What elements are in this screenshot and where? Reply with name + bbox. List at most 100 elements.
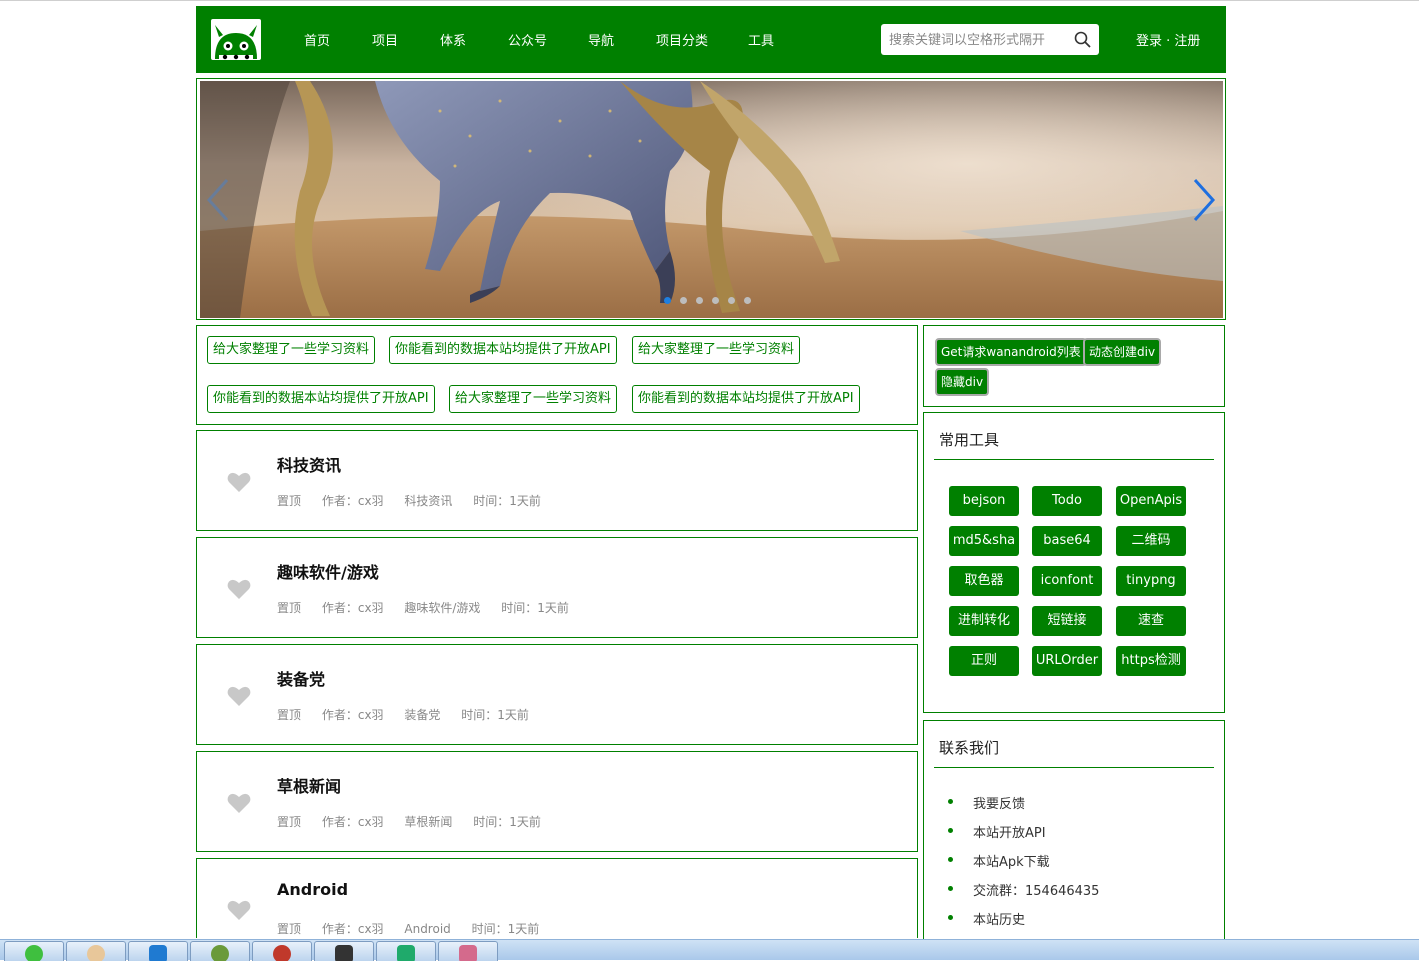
pin-label: 置顶 (277, 494, 302, 508)
article-title[interactable]: 趣味软件/游戏 (277, 559, 379, 583)
contact-item-history[interactable]: 本站历史 (948, 909, 1099, 938)
tool-button[interactable]: https检测 (1116, 646, 1186, 676)
taskbar-wechat[interactable] (4, 941, 64, 961)
carousel-next-arrow-icon[interactable] (1189, 177, 1217, 223)
nav-wechat-accounts[interactable]: 公众号 (508, 30, 588, 49)
time-label: 时间：1天前 (501, 601, 569, 615)
notice-tag[interactable]: 你能看到的数据本站均提供了开放API (389, 336, 617, 364)
tools-title: 常用工具 (939, 431, 1000, 449)
nav-navigation[interactable]: 导航 (588, 30, 656, 49)
category-label[interactable]: 趣味软件/游戏 (404, 601, 480, 615)
notice-tag[interactable]: 你能看到的数据本站均提供了开放API (632, 385, 860, 413)
taskbar-pycharm[interactable] (376, 941, 436, 961)
tool-button[interactable]: tinypng (1116, 566, 1186, 596)
demo-actions-panel: Get请求wanandroid列表 动态创建div 隐藏div (923, 325, 1225, 407)
article-title[interactable]: 草根新闻 (277, 773, 341, 797)
taskbar-browser[interactable] (252, 941, 312, 961)
article-card: 装备党 置顶 作者：cx羽 装备党 时间：1天前 (196, 644, 918, 745)
search-input[interactable] (887, 29, 1067, 51)
article-title[interactable]: 科技资讯 (277, 452, 341, 476)
contact-item-apk-download[interactable]: 本站Apk下载 (948, 851, 1099, 880)
hide-div-button[interactable]: 隐藏div (935, 368, 990, 396)
nav-system[interactable]: 体系 (440, 30, 508, 49)
get-list-button[interactable]: Get请求wanandroid列表 (935, 338, 1087, 366)
tool-button[interactable]: 取色器 (949, 566, 1019, 596)
nav-home[interactable]: 首页 (304, 30, 372, 49)
heart-icon[interactable] (227, 792, 251, 814)
taskbar-terminal[interactable] (314, 941, 374, 961)
category-label[interactable]: 装备党 (404, 708, 440, 722)
pin-label: 置顶 (277, 708, 302, 722)
article-meta: 置顶 作者：cx羽 科技资讯 时间：1天前 (277, 492, 558, 509)
carousel-dot[interactable] (696, 297, 703, 304)
tool-button[interactable]: bejson (949, 486, 1019, 516)
tools-divider (934, 459, 1214, 460)
article-card: 草根新闻 置顶 作者：cx羽 草根新闻 时间：1天前 (196, 751, 918, 852)
contact-title: 联系我们 (939, 739, 1000, 757)
notice-tag[interactable]: 给大家整理了一些学习资料 (207, 336, 376, 364)
carousel-dot[interactable] (728, 297, 735, 304)
tool-button[interactable]: base64 (1032, 526, 1102, 556)
category-label[interactable]: 科技资讯 (404, 494, 452, 508)
os-taskbar (0, 939, 1419, 961)
contact-divider (934, 767, 1214, 768)
author-label: 作者：cx羽 (321, 815, 384, 829)
tool-button[interactable]: 二维码 (1116, 526, 1186, 556)
article-meta: 置顶 作者：cx羽 装备党 时间：1天前 (277, 706, 546, 723)
search-icon[interactable] (1074, 31, 1091, 48)
nav-project-categories[interactable]: 项目分类 (656, 30, 748, 49)
tool-button[interactable]: 进制转化 (949, 606, 1019, 636)
category-label[interactable]: 草根新闻 (404, 815, 452, 829)
taskbar-game[interactable] (66, 941, 126, 961)
carousel-dot[interactable] (680, 297, 687, 304)
taskbar-vscode[interactable] (128, 941, 188, 961)
notice-tag[interactable]: 给大家整理了一些学习资料 (449, 385, 618, 413)
author-label: 作者：cx羽 (321, 601, 384, 615)
tool-button[interactable]: Todo (1032, 486, 1102, 516)
carousel-dot[interactable] (744, 297, 751, 304)
article-meta: 置顶 作者：cx羽 草根新闻 时间：1天前 (277, 813, 558, 830)
tool-button[interactable]: 速查 (1116, 606, 1186, 636)
tool-button[interactable]: 短链接 (1032, 606, 1102, 636)
carousel-indicators (664, 297, 760, 304)
login-register-link[interactable]: 登录 · 注册 (1136, 30, 1200, 49)
heart-icon[interactable] (227, 899, 251, 921)
notice-tags-panel: 给大家整理了一些学习资料 你能看到的数据本站均提供了开放API 给大家整理了一些… (196, 325, 918, 425)
site-logo[interactable] (211, 19, 261, 60)
contact-item-open-api[interactable]: 本站开放API (948, 822, 1099, 851)
nav-projects[interactable]: 项目 (372, 30, 440, 49)
create-div-button[interactable]: 动态创建div (1083, 338, 1162, 366)
main-nav: 首页 项目 体系 公众号 导航 项目分类 工具 (304, 6, 774, 73)
heart-icon[interactable] (227, 685, 251, 707)
carousel-prev-arrow-icon[interactable] (205, 177, 233, 223)
category-label[interactable]: Android (404, 922, 450, 936)
tool-button[interactable]: OpenApis (1116, 486, 1186, 516)
android-logo-icon (215, 25, 257, 60)
taskbar-android[interactable] (190, 941, 250, 961)
carousel-dot[interactable] (712, 297, 719, 304)
carousel-dot[interactable] (664, 297, 671, 304)
taskbar-app[interactable] (438, 941, 498, 961)
nav-tools[interactable]: 工具 (748, 30, 774, 49)
tool-button[interactable]: URLOrder (1032, 646, 1102, 676)
notice-tag[interactable]: 给大家整理了一些学习资料 (632, 336, 801, 364)
contact-item-group[interactable]: 交流群：154646435 (948, 880, 1099, 909)
article-title[interactable]: 装备党 (277, 666, 325, 690)
time-label: 时间：1天前 (473, 815, 541, 829)
contact-panel: 联系我们 我要反馈 本站开放API 本站Apk下载 交流群：154646435 … (923, 720, 1225, 952)
tool-button[interactable]: md5&sha (949, 526, 1019, 556)
pin-label: 置顶 (277, 922, 302, 936)
top-divider (0, 0, 1419, 1)
article-card: Android 置顶 作者：cx羽 Android 时间：1天前 (196, 858, 918, 938)
article-card: 科技资讯 置顶 作者：cx羽 科技资讯 时间：1天前 (196, 430, 918, 531)
notice-tag[interactable]: 你能看到的数据本站均提供了开放API (207, 385, 435, 413)
tool-button[interactable]: iconfont (1032, 566, 1102, 596)
tool-button[interactable]: 正则 (949, 646, 1019, 676)
banner-image[interactable] (200, 81, 1223, 318)
heart-icon[interactable] (227, 471, 251, 493)
heart-icon[interactable] (227, 578, 251, 600)
contact-list: 我要反馈 本站开放API 本站Apk下载 交流群：154646435 本站历史 (948, 793, 1099, 938)
article-title[interactable]: Android (277, 880, 348, 899)
contact-item-feedback[interactable]: 我要反馈 (948, 793, 1099, 822)
author-label: 作者：cx羽 (321, 922, 384, 936)
